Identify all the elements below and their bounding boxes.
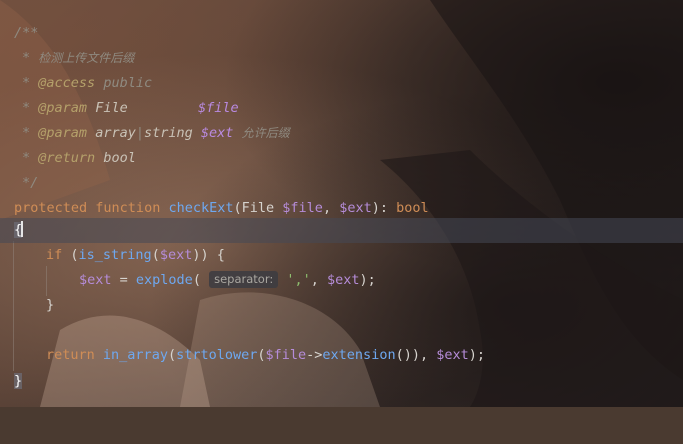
text-caret — [21, 221, 24, 237]
code-line[interactable]: if (is_string($ext)) { — [0, 243, 683, 268]
punctuation: ( — [151, 247, 160, 263]
doc-param-var: $ext — [200, 125, 234, 141]
code-editor[interactable]: /** * 检测上传文件后缀 * @access public * @param… — [0, 0, 683, 407]
brace-close-matched: } — [14, 373, 23, 389]
param-var[interactable]: $file — [282, 200, 323, 216]
brace-close: } — [46, 297, 55, 313]
keyword-function: function — [95, 200, 161, 216]
doc-comment-close: */ — [22, 175, 39, 191]
return-type: bool — [396, 200, 429, 216]
keyword-if: if — [46, 247, 63, 263]
code-line[interactable]: return in_array(strtolower($file->extens… — [0, 343, 683, 368]
punctuation: ( — [167, 347, 177, 363]
string-literal: ',' — [286, 272, 311, 288]
doc-param-desc: 允许后缀 — [241, 126, 290, 140]
function-call[interactable]: explode — [136, 272, 193, 288]
doc-type-separator: | — [135, 125, 144, 141]
param-var[interactable]: $ext — [339, 200, 372, 216]
punctuation: , — [310, 272, 328, 288]
doc-return-type: bool — [103, 150, 136, 166]
code-line[interactable]: */ — [0, 171, 683, 196]
doc-param-type: array — [95, 125, 136, 141]
code-line[interactable]: /** — [0, 21, 683, 46]
method-call[interactable]: extension — [322, 347, 395, 363]
param-type[interactable]: File — [242, 200, 275, 216]
code-line[interactable]: * 检测上传文件后缀 — [0, 46, 683, 71]
code-line[interactable]: } — [0, 369, 683, 394]
variable[interactable]: $ext — [79, 272, 112, 288]
doc-summary: 检测上传文件后缀 — [38, 51, 135, 65]
doc-tag-return: @return — [38, 150, 96, 166]
doc-tag-param: @param — [38, 125, 88, 141]
punctuation: , — [322, 200, 340, 216]
function-call[interactable]: strtolower — [176, 347, 257, 363]
function-call[interactable]: is_string — [79, 247, 152, 263]
doc-param-type: File — [95, 100, 128, 116]
punctuation: ); — [468, 347, 485, 363]
doc-tag-access: @access — [38, 75, 96, 91]
punctuation: ()), — [395, 347, 437, 363]
punctuation: ( — [233, 200, 242, 216]
operator: = — [111, 272, 136, 288]
code-line-empty[interactable] — [0, 318, 683, 343]
keyword-return: return — [46, 347, 95, 363]
punctuation: ( — [257, 347, 266, 363]
code-line[interactable]: * @return bool — [0, 146, 683, 171]
doc-comment-star: * — [22, 75, 31, 91]
method-name[interactable]: checkExt — [168, 200, 233, 216]
operator: -> — [306, 347, 323, 363]
doc-param-var: $file — [198, 100, 239, 116]
doc-param-type: string — [143, 125, 193, 141]
code-line[interactable]: * @param array|string $ext 允许后缀 — [0, 121, 683, 146]
code-line-current[interactable]: { — [0, 218, 683, 243]
variable[interactable]: $ext — [160, 247, 193, 263]
doc-comment-star: * — [22, 50, 31, 66]
keyword-protected: protected — [14, 200, 88, 216]
doc-comment-open: /** — [14, 25, 39, 41]
punctuation: ( — [192, 272, 201, 288]
code-line[interactable]: * @access public — [0, 71, 683, 96]
code-line[interactable]: $ext = explode( separator: ',', $ext); — [0, 268, 683, 293]
variable[interactable]: $ext — [436, 347, 469, 363]
doc-comment-star: * — [22, 125, 31, 141]
code-line[interactable]: } — [0, 293, 683, 318]
variable[interactable]: $ext — [327, 272, 360, 288]
punctuation: ); — [359, 272, 376, 288]
function-call[interactable]: in_array — [103, 347, 168, 363]
doc-tag-param: @param — [38, 100, 88, 116]
code-line[interactable]: * @param File $file — [0, 96, 683, 121]
punctuation: ( — [62, 247, 79, 263]
doc-comment-star: * — [22, 150, 31, 166]
doc-comment-star: * — [22, 100, 31, 116]
parameter-hint: separator: — [209, 271, 279, 288]
doc-access-value: public — [103, 75, 153, 91]
variable[interactable]: $file — [266, 347, 307, 363]
punctuation: ): — [371, 200, 397, 216]
punctuation: )) { — [192, 247, 225, 263]
